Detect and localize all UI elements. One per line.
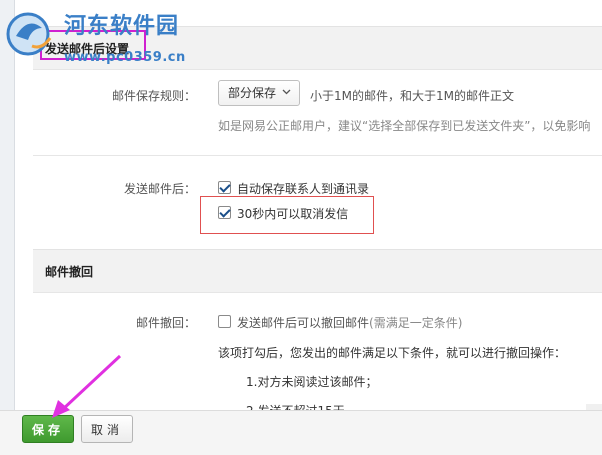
left-panel-edge xyxy=(0,0,15,454)
highlight-box-red xyxy=(200,196,374,234)
save-rule-description: 小于1M的邮件，和大于1M的邮件正文 xyxy=(310,89,514,103)
auto-save-contacts-label[interactable]: 自动保存联系人到通讯录 xyxy=(237,180,369,197)
chevron-down-icon xyxy=(282,81,291,105)
after-send-label: 发送邮件后： xyxy=(123,182,196,196)
watermark-url: www.pc0359.cn xyxy=(64,50,186,65)
recall-condition-1: 1.对方未阅读过该邮件； xyxy=(246,375,378,389)
save-rule-hint: 如是网易公正邮用户，建议“选择全部保存到已发送文件夹”，以免影响 xyxy=(218,119,591,133)
save-rule-label: 邮件保存规则： xyxy=(111,89,196,103)
section-header-recall: 邮件撤回 xyxy=(33,249,602,293)
recall-checkbox[interactable] xyxy=(218,315,231,328)
save-rule-dropdown-value: 部分保存 xyxy=(228,86,277,100)
watermark: 河东软件园 www.pc0359.cn xyxy=(2,6,212,66)
save-rule-dropdown[interactable]: 部分保存 xyxy=(218,80,300,106)
auto-save-contacts-checkbox[interactable] xyxy=(218,181,231,194)
recall-explanation: 该项打勾后，您发出的邮件满足以下条件，就可以进行撤回操作： xyxy=(218,346,567,360)
recall-option-text: 发送邮件后可以撤回邮件 xyxy=(237,316,370,330)
recall-option-label[interactable]: 发送邮件后可以撤回邮件(需满足一定条件) xyxy=(237,314,462,331)
section-title: 邮件撤回 xyxy=(45,265,94,279)
scrollbar[interactable] xyxy=(586,404,602,410)
row-divider xyxy=(33,155,602,156)
recall-option-note: (需满足一定条件) xyxy=(369,316,463,330)
pointer-arrow-icon xyxy=(52,354,122,418)
watermark-logo-icon xyxy=(6,12,52,56)
watermark-title: 河东软件园 xyxy=(64,13,180,39)
recall-label: 邮件撤回： xyxy=(135,316,196,330)
